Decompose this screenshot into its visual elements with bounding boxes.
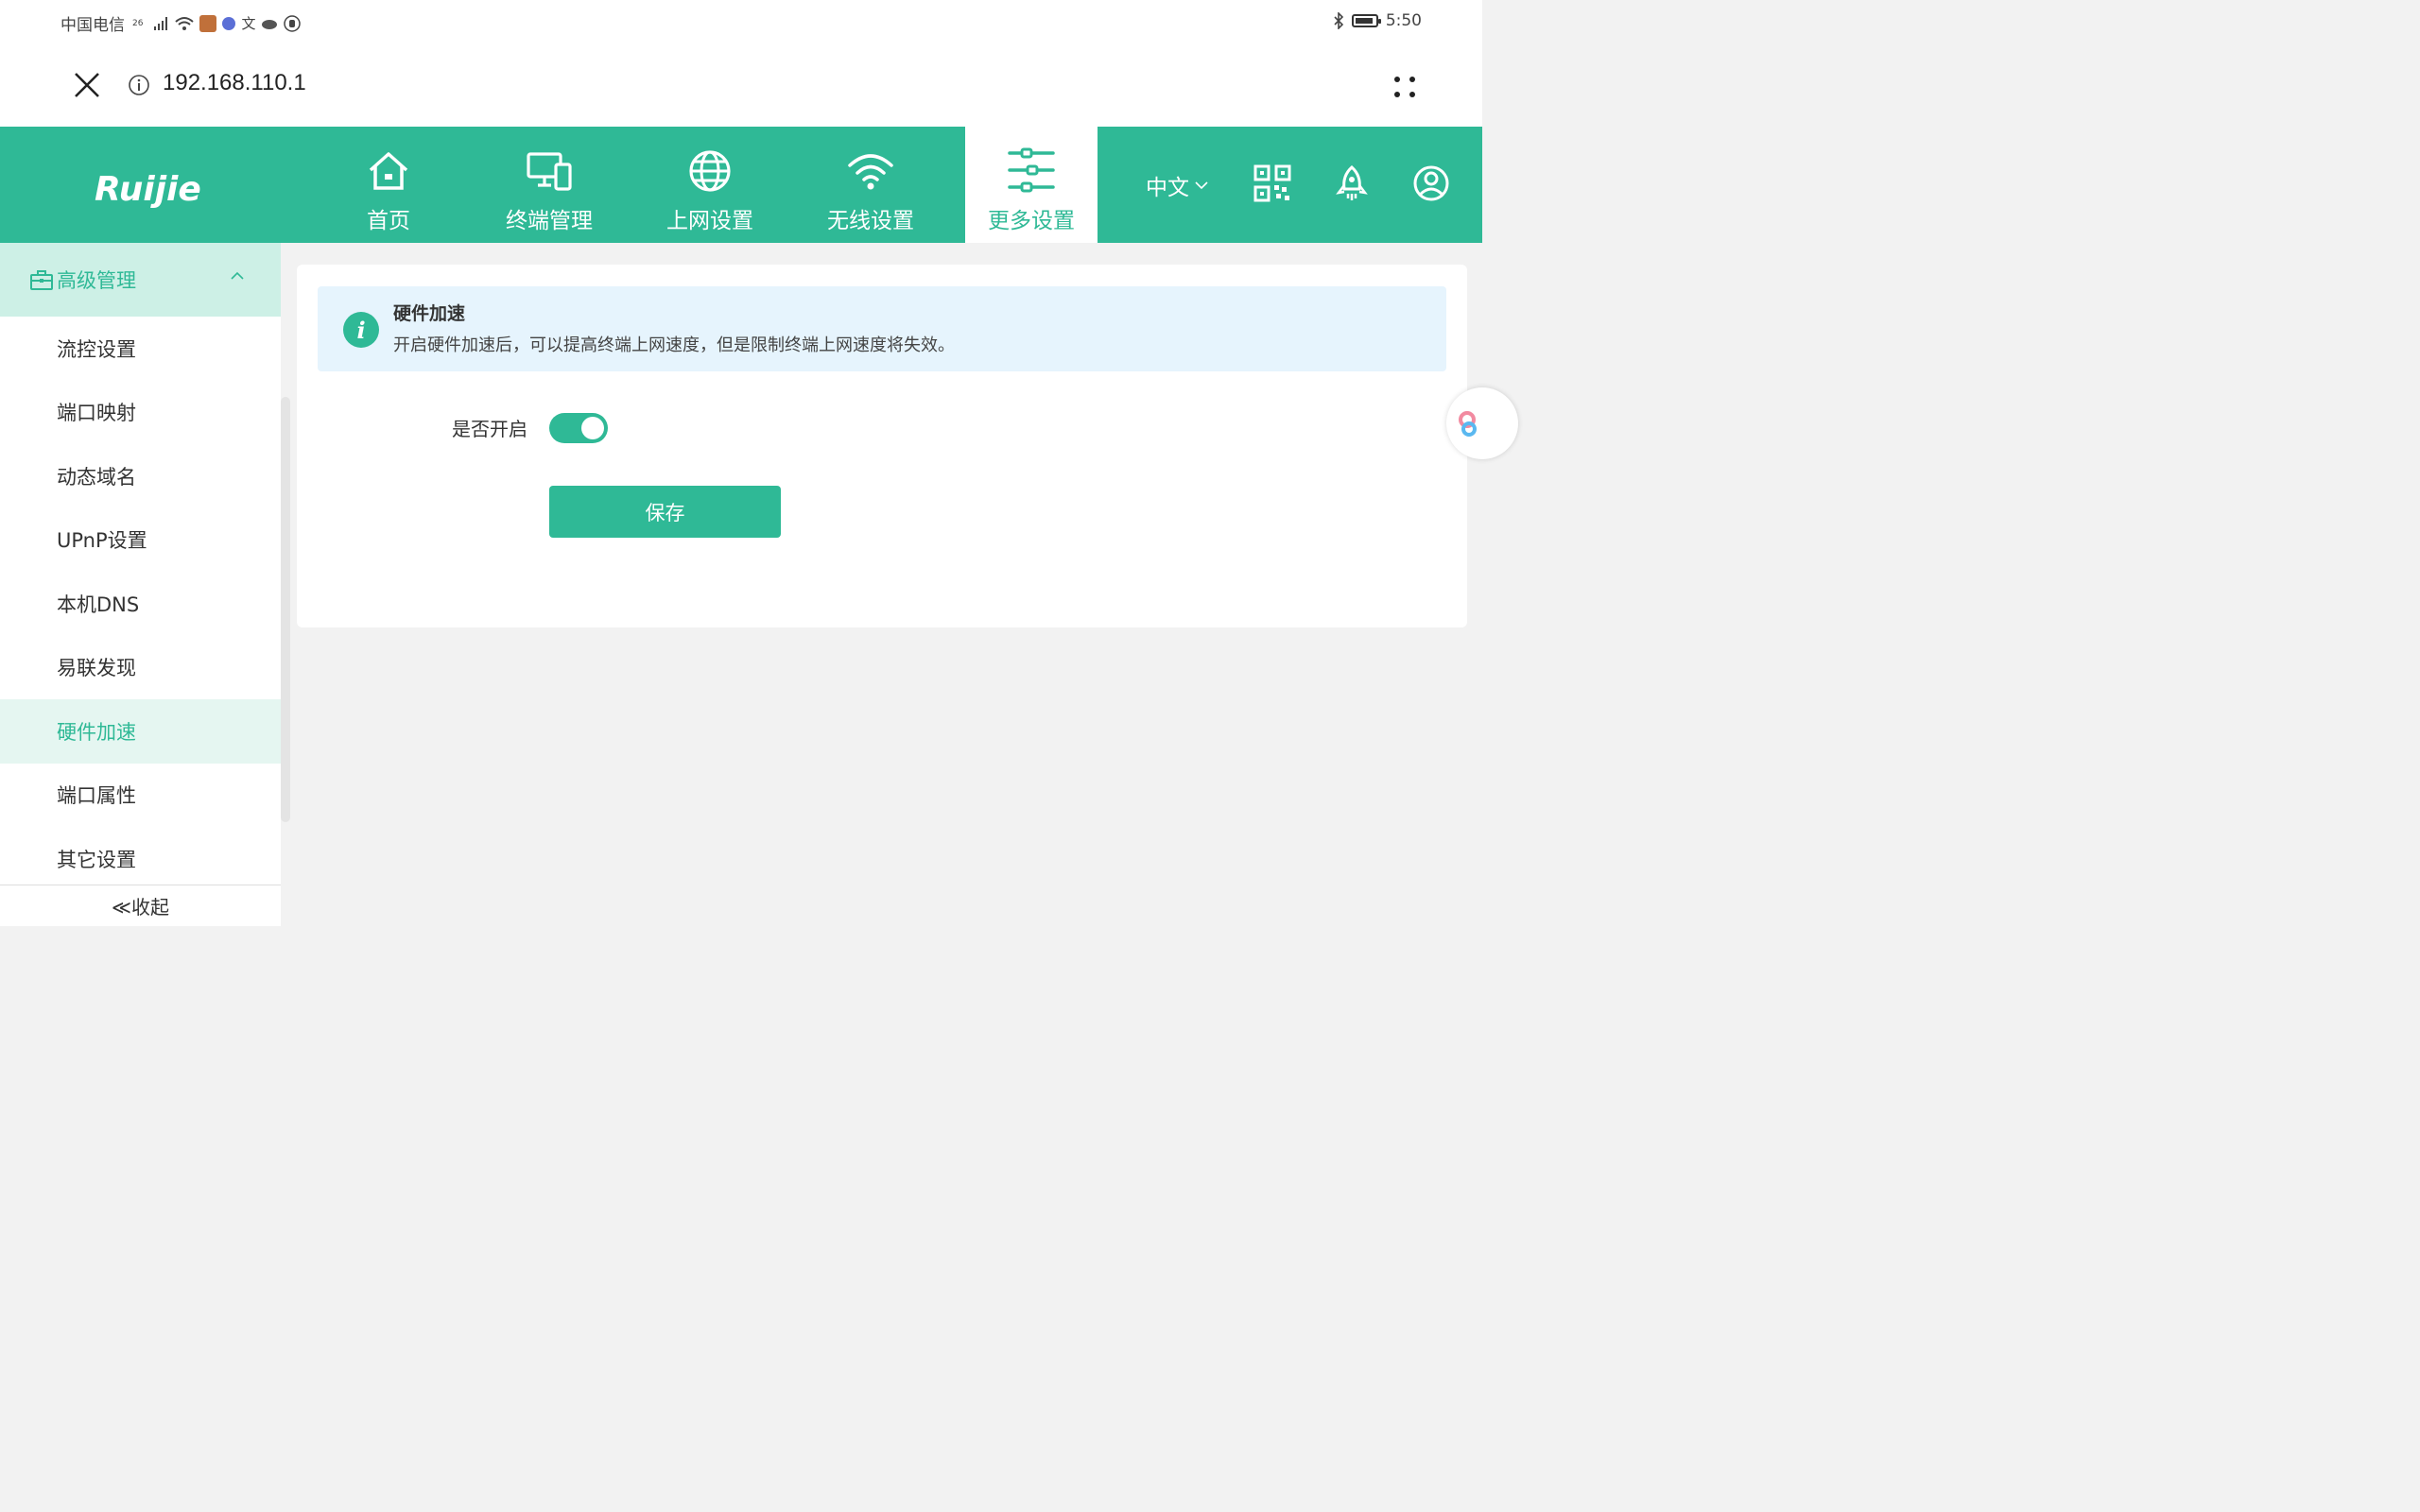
language-select[interactable]: 中文 [1146,169,1208,201]
alert-title: 硬件加速 [393,303,466,324]
sidebar-item-port-properties[interactable]: 端口属性 [0,764,281,828]
top-nav: Ruijie 首页 终端管理 上网设置 无线设置 更多设置 中文 [0,127,1482,243]
nav-more-settings-label: 更多设置 [988,209,1075,233]
status-left: 中国电信 26 文 [60,11,302,35]
nav-wireless-label: 无线设置 [827,209,914,233]
chevron-up-icon [231,271,244,280]
devices-icon [527,152,572,191]
status-right: 5:50 [1333,11,1422,30]
save-button[interactable]: 保存 [549,486,781,538]
enable-toggle[interactable] [549,413,608,443]
svg-text:Ruijie: Ruijie [95,170,201,209]
site-info-icon[interactable] [128,74,150,96]
wifi-icon [848,154,893,190]
app-avatar-icon [199,14,217,32]
translate-icon: 文 [241,15,256,32]
network-type: 26 [132,18,144,28]
sidebar-item-upnp[interactable]: UPnP设置 [0,508,281,573]
sliders-icon [1008,147,1055,193]
alert-description: 开启硬件加速后，可以提高终端上网速度，但是限制终端上网速度将失效。 [393,335,955,355]
info-icon: i [343,312,379,348]
music-icon [222,16,236,30]
chevron-down-icon [1195,181,1208,190]
bluetooth-icon [1334,12,1343,29]
browser-url-bar: 192.168.110.1 [0,47,1482,127]
hand-icon [284,14,302,32]
carrier-name: 中国电信 [60,16,125,35]
url-text[interactable]: 192.168.110.1 [163,70,306,96]
signal-icon [154,16,168,30]
enable-label: 是否开启 [452,418,527,440]
nav-internet-label: 上网设置 [666,209,753,233]
nav-devices-label: 终端管理 [506,209,593,233]
nav-home-label: 首页 [367,209,410,233]
more-icon[interactable] [1388,70,1422,104]
nav-home[interactable]: 首页 [322,127,455,243]
ruijie-logo: Ruijie [95,170,201,209]
sidebar-group-title: 高级管理 [57,269,136,292]
sidebar-item-hardware-acceleration[interactable]: 硬件加速 [0,699,281,764]
battery-icon [1351,14,1381,27]
svg-text:i: i [356,317,365,344]
sidebar-group-advanced[interactable]: 高级管理 [0,243,281,317]
sidebar-item-other-settings[interactable]: 其它设置 [0,827,281,891]
qrcode-icon[interactable] [1253,164,1291,202]
sidebar-item-local-dns[interactable]: 本机DNS [0,572,281,636]
home-icon [369,152,408,190]
assistant-icon [1459,411,1477,437]
content-card: i 硬件加速 开启硬件加速后，可以提高终端上网速度，但是限制终端上网速度将失效。… [297,265,1467,627]
globe-icon [689,150,731,192]
clock: 5:50 [1385,11,1422,30]
close-icon[interactable] [70,68,104,102]
sidebar: 高级管理 流控设置 端口映射 动态域名 UPnP设置 本机DNS 易联发现 硬件… [0,243,281,926]
language-label: 中文 [1146,176,1189,200]
info-alert: i 硬件加速 开启硬件加速后，可以提高终端上网速度，但是限制终端上网速度将失效。 [318,286,1446,371]
sidebar-item-discovery[interactable]: 易联发现 [0,636,281,700]
user-icon[interactable] [1412,164,1450,202]
status-icons: 文 [154,13,302,33]
collapse-button[interactable]: ≪收起 [0,885,281,926]
cloud-icon [262,19,278,29]
floating-assistant-button[interactable] [1446,387,1518,459]
rocket-icon[interactable] [1333,164,1371,202]
nav-more-settings[interactable]: 更多设置 [965,127,1098,243]
nav-internet[interactable]: 上网设置 [644,127,776,243]
status-bar: 中国电信 26 文 5:50 [0,0,1482,47]
nav-wireless[interactable]: 无线设置 [804,127,937,243]
sidebar-item-flow-control[interactable]: 流控设置 [0,317,281,381]
nav-devices[interactable]: 终端管理 [483,127,615,243]
toolbox-icon [30,270,53,290]
sidebar-item-ddns[interactable]: 动态域名 [0,444,281,508]
sidebar-scrollbar[interactable] [281,397,290,822]
sidebar-item-port-mapping[interactable]: 端口映射 [0,381,281,445]
wifi-status-icon [175,16,195,30]
